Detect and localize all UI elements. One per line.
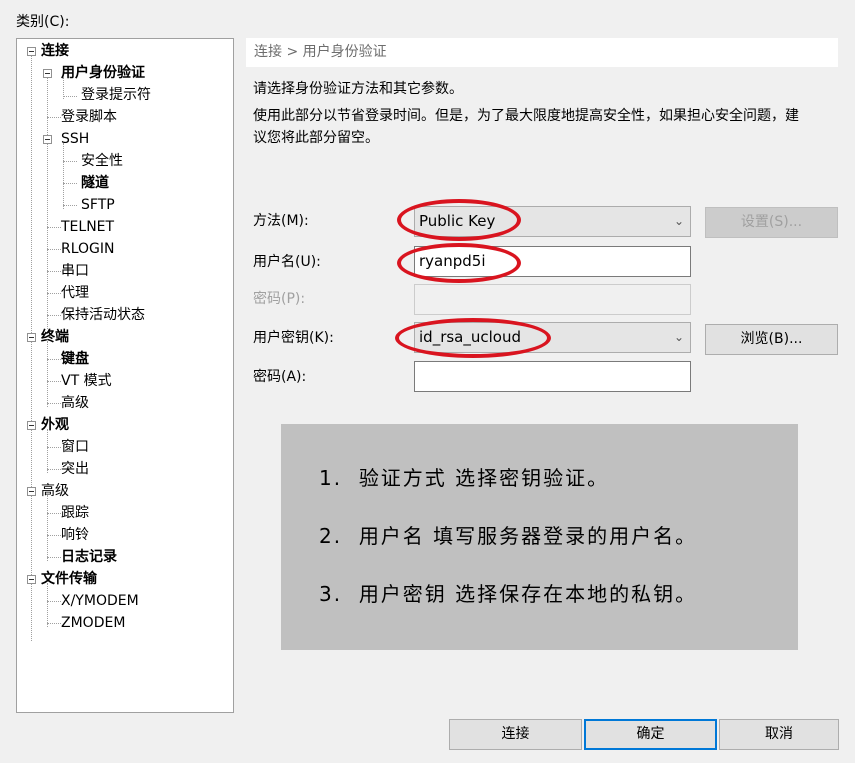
settings-button[interactable]: 设置(S)...	[705, 207, 838, 238]
tree-item-label: 代理	[61, 285, 89, 301]
category-label: 类别(C):	[16, 14, 70, 30]
collapse-icon[interactable]	[27, 575, 36, 584]
ok-button[interactable]: 确定	[584, 719, 717, 750]
tree-item-label: 安全性	[81, 153, 123, 169]
password-input[interactable]	[414, 284, 691, 315]
tree-item-label: 窗口	[61, 439, 89, 455]
tree-item-rlogin[interactable]: RLOGIN	[61, 238, 115, 260]
description-primary: 请选择身份验证方法和其它参数。	[253, 81, 463, 97]
tree-item-label: 保持活动状态	[61, 307, 145, 323]
description-secondary-cont: 议您将此部分留空。	[253, 130, 379, 146]
tree-item-label: 隧道	[81, 175, 109, 191]
tree-item-security[interactable]: 安全性	[81, 150, 123, 172]
passphrase-label: 密码(A):	[253, 369, 307, 385]
tree-item-ssh[interactable]: SSH	[61, 128, 89, 150]
tree-item-label: 突出	[61, 461, 89, 477]
tree-item-appearance[interactable]: 外观	[41, 414, 69, 436]
tree-item-tunneling[interactable]: 隧道	[81, 172, 109, 194]
chevron-down-icon: ⌄	[673, 214, 684, 228]
tree-item-terminal[interactable]: 终端	[41, 326, 69, 348]
tree-item-terminal-advanced[interactable]: 高级	[61, 392, 89, 414]
tree-item-vt-mode[interactable]: VT 模式	[61, 370, 112, 392]
collapse-icon[interactable]	[27, 47, 36, 56]
tree-item-label: 响铃	[61, 527, 89, 543]
tree-item-label: TELNET	[61, 219, 115, 235]
category-tree[interactable]: 连接 用户身份验证 登录提示符 登录脚本 SSH 安全性 隧道 SFTP TEL…	[16, 38, 234, 713]
tree-item-advanced[interactable]: 高级	[41, 480, 69, 502]
tree-item-label: 高级	[41, 483, 69, 499]
tree-item-xymodem[interactable]: X/YMODEM	[61, 590, 139, 612]
tree-item-label: 高级	[61, 395, 89, 411]
password-label: 密码(P):	[253, 291, 306, 307]
browse-button[interactable]: 浏览(B)...	[705, 324, 838, 355]
tree-item-login-script[interactable]: 登录脚本	[61, 106, 117, 128]
tree-item-label: 终端	[41, 329, 69, 345]
passphrase-input[interactable]	[414, 361, 691, 392]
tree-item-keep-alive[interactable]: 保持活动状态	[61, 304, 145, 326]
tree-item-trace[interactable]: 跟踪	[61, 502, 89, 524]
tree-item-label: 用户身份验证	[61, 65, 145, 81]
tree-item-label: RLOGIN	[61, 241, 115, 257]
user-key-label: 用户密钥(K):	[253, 330, 334, 346]
method-select[interactable]: Public Key ⌄	[414, 206, 691, 237]
collapse-icon[interactable]	[43, 69, 52, 78]
tree-item-label: X/YMODEM	[61, 593, 139, 609]
tree-item-window[interactable]: 窗口	[61, 436, 89, 458]
tree-item-label: 串口	[61, 263, 89, 279]
connect-button[interactable]: 连接	[449, 719, 582, 750]
note-line-1: 1. 验证方式 选择密钥验证。	[319, 466, 610, 490]
tree-item-logging[interactable]: 日志记录	[61, 546, 117, 568]
user-key-value: id_rsa_ucloud	[419, 328, 521, 346]
tree-item-label: ZMODEM	[61, 615, 126, 631]
tree-item-label: 键盘	[61, 351, 89, 367]
username-input[interactable]: ryanpd5i	[414, 246, 691, 277]
collapse-icon[interactable]	[43, 135, 52, 144]
tree-item-authentication[interactable]: 用户身份验证	[61, 62, 145, 84]
tree-item-serial[interactable]: 串口	[61, 260, 89, 282]
tree-item-label: SFTP	[81, 197, 115, 213]
tree-item-zmodem[interactable]: ZMODEM	[61, 612, 125, 634]
cancel-button[interactable]: 取消	[719, 719, 839, 750]
tree-item-connection[interactable]: 连接	[41, 40, 69, 62]
tree-item-bell[interactable]: 响铃	[61, 524, 89, 546]
tree-item-keyboard[interactable]: 键盘	[61, 348, 89, 370]
tree-item-label: 登录脚本	[61, 109, 117, 125]
tree-item-label: VT 模式	[61, 373, 112, 389]
tree-item-sftp[interactable]: SFTP	[81, 194, 115, 216]
tree-item-highlight[interactable]: 突出	[61, 458, 89, 480]
collapse-icon[interactable]	[27, 487, 36, 496]
tree-item-label: 文件传输	[41, 571, 97, 587]
collapse-icon[interactable]	[27, 333, 36, 342]
description-secondary: 使用此部分以节省登录时间。但是，为了最大限度地提高安全性，如果担心安全问题，建	[253, 108, 799, 124]
tree-item-label: 连接	[41, 43, 69, 59]
tree-item-label: 日志记录	[61, 549, 117, 565]
tree-item-telnet[interactable]: TELNET	[61, 216, 114, 238]
tree-item-label: SSH	[61, 131, 90, 147]
tree-item-login-prompts[interactable]: 登录提示符	[81, 84, 151, 106]
chevron-down-icon: ⌄	[673, 330, 684, 344]
breadcrumb: 连接 > 用户身份验证	[246, 38, 838, 67]
method-value: Public Key	[419, 212, 496, 230]
username-label: 用户名(U):	[253, 254, 321, 270]
instruction-note: 1. 验证方式 选择密钥验证。 2. 用户名 填写服务器登录的用户名。 3. 用…	[281, 424, 798, 650]
tree-item-label: 登录提示符	[81, 87, 151, 103]
tree-item-proxy[interactable]: 代理	[61, 282, 89, 304]
user-key-select[interactable]: id_rsa_ucloud ⌄	[414, 322, 691, 353]
tree-item-label: 外观	[41, 417, 69, 433]
tree-item-file-transfer[interactable]: 文件传输	[41, 568, 97, 590]
collapse-icon[interactable]	[27, 421, 36, 430]
method-label: 方法(M):	[253, 213, 309, 229]
tree-item-label: 跟踪	[61, 505, 89, 521]
note-line-3: 3. 用户密钥 选择保存在本地的私钥。	[319, 582, 698, 606]
note-line-2: 2. 用户名 填写服务器登录的用户名。	[319, 524, 698, 548]
